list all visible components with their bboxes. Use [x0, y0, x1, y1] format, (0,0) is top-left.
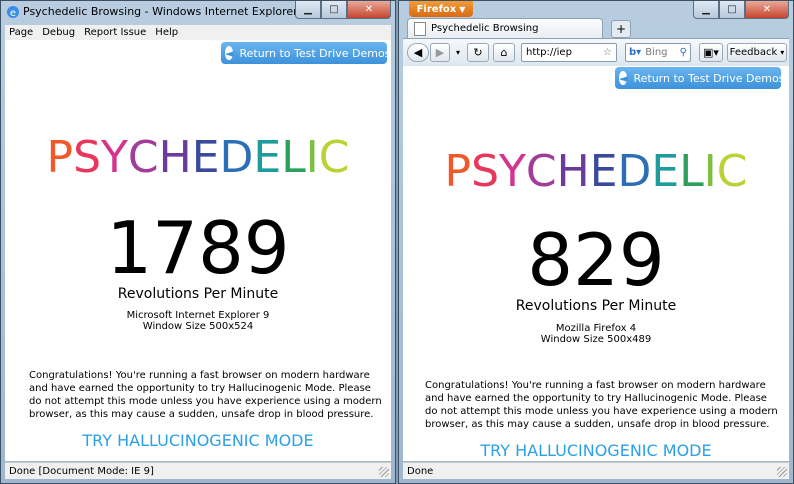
url-text: http://iep: [526, 47, 572, 58]
page-icon: [414, 21, 426, 36]
minimize-button[interactable]: ▁: [693, 1, 719, 19]
psychedelic-letter: P: [46, 132, 74, 183]
psychedelic-letter: C: [127, 132, 159, 183]
return-label: Return to Test Drive Demos: [633, 71, 785, 85]
ie-statusbar: Done [Document Mode: IE 9]: [5, 462, 391, 479]
congrats-text: Congratulations! You're running a fast b…: [425, 380, 778, 430]
ie-titlebar[interactable]: e Psychedelic Browsing - Windows Interne…: [1, 1, 395, 23]
feedback-button[interactable]: Feedback ▾: [727, 43, 787, 62]
chevron-down-icon: ▾: [780, 48, 785, 57]
firefox-menu-label: Firefox: [416, 3, 457, 15]
psychedelic-letter: H: [158, 132, 192, 183]
rpm-label: Revolutions Per Minute: [515, 298, 677, 314]
ie-page-content: ◄ Return to Test Drive Demos PSYCHEDELIC…: [5, 40, 391, 461]
menu-help[interactable]: Help: [155, 27, 178, 38]
forward-arrow-icon[interactable]: ▶: [430, 43, 450, 62]
firefox-statusbar: Done: [403, 462, 789, 479]
bing-logo-icon[interactable]: b▾: [629, 47, 641, 58]
maximize-button[interactable]: □: [321, 1, 347, 19]
psychedelic-letter: E: [191, 132, 220, 183]
minimize-button[interactable]: ▁: [295, 1, 321, 19]
firefox-window: Firefox ▼ ▁ □ ✕ Psychedelic Browsing + ◀ …: [398, 0, 794, 484]
psychedelic-letter: Y: [499, 146, 526, 197]
browser-name: Microsoft Internet Explorer 9: [126, 310, 270, 321]
psychedelic-letter: E: [253, 132, 282, 183]
psychedelic-heading: PSYCHEDELIC: [403, 146, 789, 197]
history-dropdown-icon[interactable]: ▾: [453, 43, 463, 62]
new-tab-button[interactable]: +: [611, 20, 631, 38]
arrow-left-circle-icon: ◄: [619, 71, 628, 85]
psychedelic-letter: P: [444, 146, 472, 197]
navigation-toolbar: ◀ ▶ ▾ ↻ ⌂ http://iep ☆ b▾ Bing ⚲ ▣▾ Feed…: [403, 38, 789, 66]
home-icon[interactable]: ⌂: [493, 43, 515, 62]
menu-page[interactable]: Page: [9, 27, 33, 38]
rpm-value: 1789: [106, 206, 290, 290]
psychedelic-letter: E: [589, 146, 618, 197]
psychedelic-letter: Y: [101, 132, 128, 183]
try-hallucinogenic-link[interactable]: TRY HALLUCINOGENIC MODE: [5, 431, 391, 450]
menu-debug[interactable]: Debug: [42, 27, 75, 38]
psychedelic-letter: C: [716, 146, 748, 197]
close-button[interactable]: ✕: [745, 1, 789, 19]
return-to-demos-button[interactable]: ◄ Return to Test Drive Demos: [615, 67, 785, 89]
ie-menubar: Page Debug Report Issue Help: [5, 25, 391, 40]
window-size: Window Size 500x489: [540, 334, 652, 345]
ie-window: e Psychedelic Browsing - Windows Interne…: [0, 0, 396, 484]
firefox-menu-button[interactable]: Firefox ▼: [409, 1, 473, 17]
psychedelic-letter: C: [525, 146, 557, 197]
ie-logo-icon: e: [7, 6, 19, 19]
return-to-demos-button[interactable]: ◄ Return to Test Drive Demos: [221, 42, 391, 64]
chevron-down-icon: ▼: [459, 4, 466, 14]
try-hallucinogenic-link[interactable]: TRY HALLUCINOGENIC MODE: [403, 441, 789, 460]
psychedelic-letter: L: [281, 132, 306, 183]
search-input[interactable]: b▾ Bing ⚲: [625, 43, 691, 62]
close-button[interactable]: ✕: [347, 1, 391, 19]
rpm-label: Revolutions Per Minute: [117, 286, 279, 302]
url-input[interactable]: http://iep ☆: [521, 43, 617, 62]
maximize-button[interactable]: □: [719, 1, 745, 19]
search-placeholder: Bing: [645, 47, 668, 58]
rpm-value: 829: [527, 218, 665, 302]
tab-psychedelic-browsing[interactable]: Psychedelic Browsing: [407, 18, 603, 38]
browser-name: Mozilla Firefox 4: [555, 323, 637, 334]
arrow-left-circle-icon: ◄: [225, 46, 234, 60]
psychedelic-letter: D: [617, 146, 652, 197]
return-label: Return to Test Drive Demos: [239, 46, 391, 60]
resize-grip-icon[interactable]: [379, 467, 389, 477]
congrats-text: Congratulations! You're running a fast b…: [29, 370, 382, 420]
firefox-page-content: ◄ Return to Test Drive Demos PSYCHEDELIC…: [403, 66, 789, 461]
reload-icon[interactable]: ↻: [467, 43, 489, 62]
back-arrow-icon[interactable]: ◀: [407, 43, 429, 62]
psychedelic-letter: I: [703, 146, 717, 197]
menu-report-issue[interactable]: Report Issue: [84, 27, 146, 38]
psychedelic-letter: I: [305, 132, 319, 183]
search-icon[interactable]: ⚲: [680, 47, 687, 58]
bookmarks-icon[interactable]: ▣▾: [699, 43, 723, 62]
psychedelic-heading: PSYCHEDELIC: [5, 132, 391, 183]
psychedelic-letter: E: [651, 146, 680, 197]
psychedelic-letter: L: [679, 146, 704, 197]
ie-window-title: Psychedelic Browsing - Windows Internet …: [23, 5, 308, 18]
psychedelic-letter: S: [471, 146, 499, 197]
resize-grip-icon[interactable]: [777, 467, 787, 477]
window-size: Window Size 500x524: [142, 321, 254, 332]
psychedelic-letter: D: [219, 132, 254, 183]
status-text: Done [Document Mode: IE 9]: [9, 466, 154, 477]
status-text: Done: [407, 466, 434, 477]
psychedelic-letter: C: [318, 132, 350, 183]
psychedelic-letter: S: [73, 132, 101, 183]
tab-title: Psychedelic Browsing: [431, 23, 539, 34]
star-icon[interactable]: ☆: [603, 47, 612, 58]
feedback-label: Feedback: [729, 47, 778, 58]
svg-text:e: e: [10, 8, 16, 19]
psychedelic-letter: H: [556, 146, 590, 197]
